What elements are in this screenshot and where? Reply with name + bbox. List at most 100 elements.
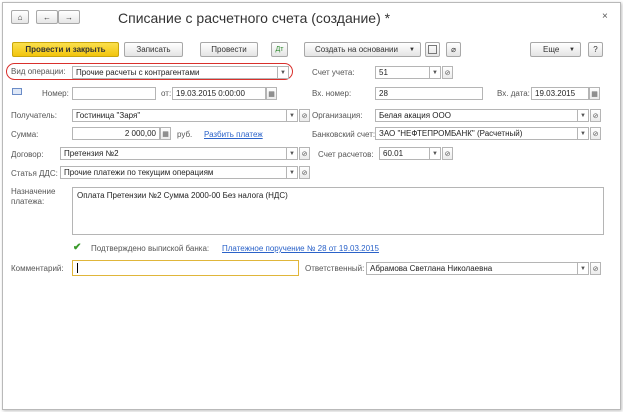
organization-label: Организация:	[312, 111, 363, 120]
number-field[interactable]	[72, 87, 156, 100]
in-number-field[interactable]: 28	[375, 87, 483, 100]
responsible-label: Ответственный:	[305, 264, 365, 273]
chevron-down-icon: ▼	[580, 265, 586, 272]
text-cursor	[77, 263, 78, 273]
chevron-down-icon: ▼	[280, 69, 286, 76]
in-date-label: Вх. дата:	[497, 89, 530, 98]
split-payment-link[interactable]: Разбить платеж	[204, 130, 263, 139]
chevron-down-icon: ▼	[289, 112, 295, 119]
create-based-label: Создать на основании	[315, 45, 398, 54]
organization-open-button[interactable]: ⊘	[590, 109, 601, 122]
link-icon: ⊘	[444, 69, 451, 77]
close-button[interactable]: ×	[602, 11, 608, 22]
link-icon: ⊘	[592, 265, 599, 273]
home-button[interactable]: ⌂	[11, 10, 29, 24]
date-field[interactable]: 19.03.2015 0:00:00	[172, 87, 266, 100]
settlement-account-field[interactable]: 60.01	[379, 147, 430, 160]
payment-order-link[interactable]: Платежное поручение № 28 от 19.03.2015	[222, 244, 379, 253]
responsible-open-button[interactable]: ⊘	[590, 262, 601, 275]
checkmark-icon: ✔	[73, 242, 82, 253]
paperclip-icon: ⌀	[451, 45, 456, 54]
printer-icon	[428, 45, 437, 54]
close-icon: ×	[602, 11, 608, 22]
op-type-field[interactable]: Прочие расчеты с контрагентами	[72, 66, 278, 79]
comment-label: Комментарий:	[11, 264, 64, 273]
purpose-textarea[interactable]: Оплата Претензии №2 Сумма 2000-00 Без на…	[72, 187, 604, 235]
recipient-field[interactable]: Гостиница "Заря"	[72, 109, 287, 122]
account-field[interactable]: 51	[375, 66, 430, 79]
amount-label: Сумма:	[11, 130, 39, 139]
purpose-label-line2: платежа:	[11, 197, 45, 206]
calculator-icon: ▦	[162, 130, 169, 138]
in-date-calendar-button[interactable]: ▦	[589, 87, 600, 100]
confirmed-label: Подтверждено выпиской банка:	[91, 244, 210, 253]
chevron-down-icon: ▼	[432, 69, 438, 76]
account-dropdown[interactable]: ▼	[430, 66, 441, 79]
op-type-dropdown[interactable]: ▼	[278, 66, 289, 79]
number-label: Номер:	[42, 89, 69, 98]
organization-field[interactable]: Белая акация ООО	[375, 109, 578, 122]
bank-account-open-button[interactable]: ⊘	[590, 127, 601, 140]
attach-button[interactable]: ⌀	[446, 42, 461, 57]
link-icon: ⊘	[592, 112, 599, 120]
arrow-right-icon: →	[65, 12, 73, 22]
bank-account-dropdown[interactable]: ▼	[578, 127, 589, 140]
link-icon: ⊘	[592, 130, 599, 138]
link-icon: ⊘	[444, 150, 451, 158]
recipient-open-button[interactable]: ⊘	[299, 109, 310, 122]
confirmed-checkbox[interactable]: ✔	[73, 242, 81, 253]
document-icon	[12, 88, 22, 95]
responsible-dropdown[interactable]: ▼	[578, 262, 589, 275]
calendar-button[interactable]: ▦	[266, 87, 277, 100]
account-open-button[interactable]: ⊘	[442, 66, 453, 79]
post-and-close-button[interactable]: Провести и закрыть	[12, 42, 119, 57]
print-button[interactable]	[425, 42, 440, 57]
dds-open-button[interactable]: ⊘	[299, 166, 310, 179]
dds-dropdown[interactable]: ▼	[287, 166, 298, 179]
date-label: от:	[161, 89, 172, 98]
op-type-label: Вид операции:	[11, 67, 66, 76]
contract-field[interactable]: Претензия №2	[60, 147, 287, 160]
link-icon: ⊘	[301, 112, 308, 120]
recipient-label: Получатель:	[11, 111, 57, 120]
calculator-button[interactable]: ▦	[160, 127, 171, 140]
forward-button[interactable]: →	[58, 10, 80, 24]
settlement-account-dropdown[interactable]: ▼	[430, 147, 441, 160]
journal-button[interactable]: Дт	[271, 42, 288, 57]
in-number-label: Вх. номер:	[312, 89, 352, 98]
in-date-field[interactable]: 19.03.2015	[531, 87, 589, 100]
chevron-down-icon: ▼	[580, 130, 586, 137]
link-icon: ⊘	[301, 150, 308, 158]
back-button[interactable]: ←	[36, 10, 58, 24]
organization-dropdown[interactable]: ▼	[578, 109, 589, 122]
dds-label: Статья ДДС:	[11, 169, 58, 178]
post-button[interactable]: Провести	[200, 42, 258, 57]
help-button[interactable]: ?	[588, 42, 603, 57]
chevron-down-icon: ▼	[580, 112, 586, 119]
comment-field[interactable]	[72, 260, 299, 276]
bank-account-field[interactable]: ЗАО "НЕФТЕПРОМБАНК" (Расчетный)	[375, 127, 578, 140]
contract-dropdown[interactable]: ▼	[287, 147, 298, 160]
dds-field[interactable]: Прочие платежи по текущим операциям	[60, 166, 287, 179]
more-label: Еще	[543, 45, 560, 54]
calendar-icon: ▦	[591, 90, 598, 98]
settlement-account-open-button[interactable]: ⊘	[442, 147, 453, 160]
journal-icon: Дт	[275, 46, 284, 53]
currency-label: руб.	[177, 130, 193, 139]
settlement-account-label: Счет расчетов:	[318, 150, 374, 159]
calendar-icon: ▦	[268, 90, 275, 98]
arrow-left-icon: ←	[43, 12, 51, 22]
account-label: Счет учета:	[312, 68, 355, 77]
amount-field[interactable]: 2 000,00	[72, 127, 160, 140]
contract-open-button[interactable]: ⊘	[299, 147, 310, 160]
contract-label: Договор:	[11, 150, 44, 159]
chevron-down-icon: ▼	[409, 46, 415, 53]
save-button[interactable]: Записать	[124, 42, 183, 57]
more-button[interactable]: Еще ▼	[530, 42, 581, 57]
home-icon: ⌂	[17, 12, 23, 22]
bank-account-label: Банковский счет:	[312, 130, 376, 139]
recipient-dropdown[interactable]: ▼	[287, 109, 298, 122]
create-based-button[interactable]: Создать на основании ▼	[304, 42, 421, 57]
responsible-field[interactable]: Абрамова Светлана Николаевна	[366, 262, 578, 275]
chevron-down-icon: ▼	[432, 150, 438, 157]
